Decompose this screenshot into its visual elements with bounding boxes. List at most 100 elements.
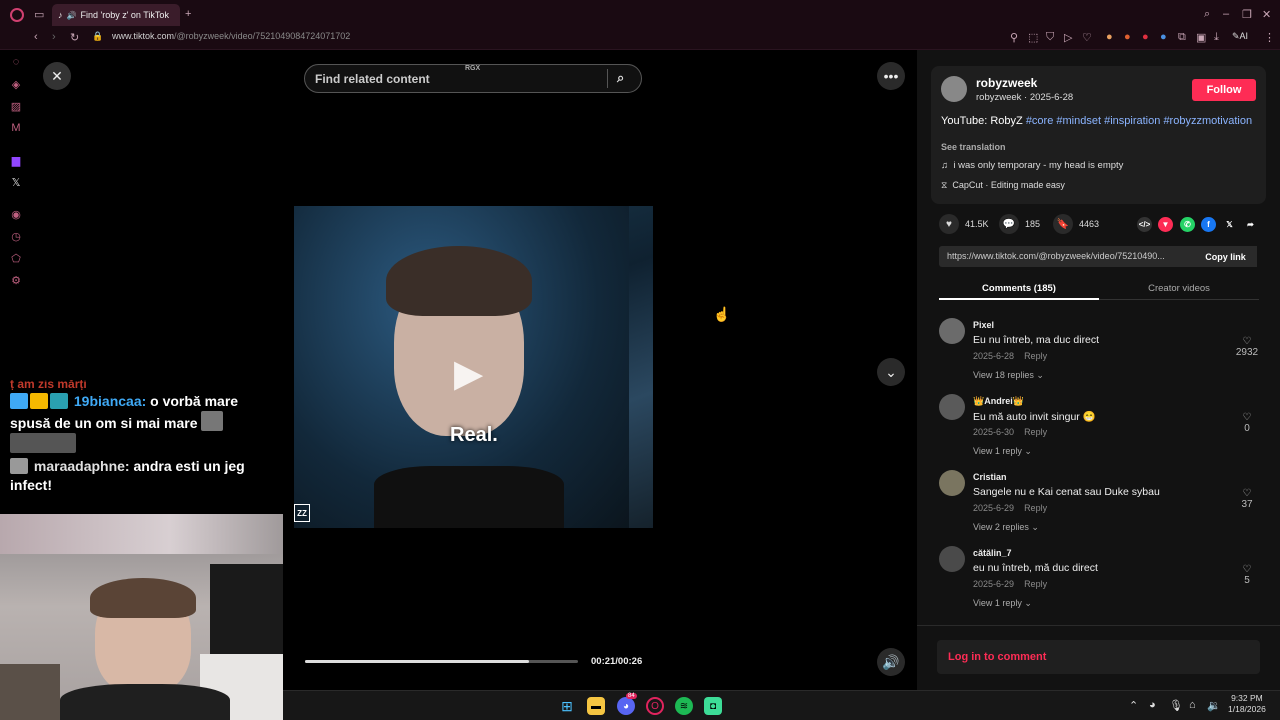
heart-icon[interactable]: ♡ xyxy=(1082,31,1092,44)
repost-icon[interactable]: ▼ xyxy=(1158,217,1173,232)
back-icon[interactable]: ‹ xyxy=(34,31,38,43)
maximize-icon[interactable]: ❐ xyxy=(1242,8,1252,21)
hashtag-link[interactable]: #mindset xyxy=(1056,115,1101,127)
commenter-avatar[interactable] xyxy=(939,470,965,496)
share-arrow-icon[interactable]: ➦ xyxy=(1243,217,1258,232)
network-icon[interactable]: ⌂ xyxy=(1189,699,1196,711)
settings-icon[interactable]: ⚙ xyxy=(8,272,24,288)
reply-link[interactable]: Reply xyxy=(1024,579,1047,589)
x-icon[interactable]: 𝕏 xyxy=(8,174,24,190)
follow-button[interactable]: Follow xyxy=(1192,79,1256,101)
workspace-icon[interactable]: ◈ xyxy=(8,76,24,92)
commenter-name[interactable]: 👑Andrei👑 xyxy=(973,396,1024,407)
play-icon[interactable]: ▷ xyxy=(1064,31,1072,44)
file-explorer-icon[interactable]: ▬ xyxy=(587,697,605,715)
comment-action[interactable]: 💬 185 xyxy=(999,214,1040,234)
lock-icon[interactable]: 🔒 xyxy=(92,31,103,42)
opera-taskbar-icon[interactable]: O xyxy=(646,697,664,715)
save-action[interactable]: 🔖 4463 xyxy=(1053,214,1099,234)
login-to-comment-button[interactable]: Log in to comment xyxy=(937,640,1260,674)
reply-link[interactable]: Reply xyxy=(1024,503,1047,513)
commenter-name[interactable]: cătălin_7 xyxy=(973,548,1012,558)
tray-discord-icon[interactable]: ◕ xyxy=(1149,699,1156,711)
comment-like[interactable]: ♡ 2932 xyxy=(1232,336,1262,358)
volume-tray-icon[interactable]: 🔉 xyxy=(1207,699,1221,712)
speaker-icon[interactable]: 🔊 xyxy=(67,11,77,20)
menu-icon[interactable]: ⋮ xyxy=(1264,31,1275,44)
download-icon[interactable]: ⤓ xyxy=(1214,31,1219,44)
commenter-avatar[interactable] xyxy=(939,394,965,420)
spotify-icon[interactable]: ≋ xyxy=(675,697,693,715)
embed-icon[interactable]: </> xyxy=(1137,217,1152,232)
pinboard-icon[interactable]: ▨ xyxy=(8,98,24,114)
ext-2-icon[interactable]: ● xyxy=(1124,31,1131,43)
microphone-icon[interactable]: 🎙 xyxy=(1169,699,1183,712)
video-player[interactable]: ▶ Real. ZZ xyxy=(294,206,653,528)
search-input[interactable]: Find related content RGX ⌕ xyxy=(304,64,642,93)
system-clock[interactable]: 9:32 PM 1/18/2026 xyxy=(1228,693,1266,715)
comment-like[interactable]: ♡ 5 xyxy=(1232,564,1262,586)
twitch-icon[interactable]: ▆ xyxy=(8,152,24,168)
windows-start-icon[interactable]: ⊞ xyxy=(558,697,576,715)
shield-icon[interactable]: ⛉ xyxy=(1046,31,1054,44)
see-translation-link[interactable]: See translation xyxy=(941,142,1006,152)
ai-icon[interactable]: ✎AI xyxy=(1232,31,1248,42)
commenter-name[interactable]: Pixel xyxy=(973,320,994,330)
author-handle[interactable]: robyzweek xyxy=(976,76,1037,90)
wallet-icon[interactable]: ▣ xyxy=(1196,31,1206,44)
tray-chevron-icon[interactable]: ⌃ xyxy=(1129,699,1138,712)
play-overlay-icon[interactable]: ▶ xyxy=(454,351,483,396)
extensions-sidebar-icon[interactable]: ⬠ xyxy=(8,250,24,266)
new-tab-icon[interactable]: + xyxy=(185,8,191,20)
reply-link[interactable]: Reply xyxy=(1024,351,1047,361)
tab-tiktok[interactable]: ♪ 🔊 Find 'roby z' on TikTok xyxy=(52,4,180,26)
facebook-icon[interactable]: f xyxy=(1201,217,1216,232)
reload-icon[interactable]: ↻ xyxy=(70,31,79,44)
hashtag-link[interactable]: #robyzzmotivation xyxy=(1163,115,1252,127)
copy-link-button[interactable]: Copy link xyxy=(1194,246,1257,267)
whatsapp-icon[interactable]: ✆ xyxy=(1180,217,1195,232)
tab-comments[interactable]: Comments (185) xyxy=(939,283,1099,294)
view-replies-link[interactable]: View 2 replies ⌄ xyxy=(973,522,1039,533)
close-video-button[interactable]: ✕ xyxy=(43,62,71,90)
tab-manager-icon[interactable]: ▭ xyxy=(34,8,44,21)
music-row[interactable]: ♫ i was only temporary - my head is empt… xyxy=(941,160,1123,171)
minimize-icon[interactable]: – xyxy=(1223,8,1229,20)
comment-like[interactable]: ♡ 0 xyxy=(1232,412,1262,434)
commenter-avatar[interactable] xyxy=(939,318,965,344)
volume-button[interactable]: 🔊 xyxy=(877,648,905,676)
aria-icon[interactable]: ◌ xyxy=(8,54,24,70)
extension-icon[interactable]: ⚲ xyxy=(1010,31,1018,44)
forward-icon[interactable]: › xyxy=(52,31,56,43)
history-icon[interactable]: ◷ xyxy=(8,228,24,244)
search-icon[interactable]: ⌕ xyxy=(617,70,624,86)
commenter-name[interactable]: Cristian xyxy=(973,472,1007,482)
search-tabs-icon[interactable]: ⌕ xyxy=(1204,8,1210,21)
discord-icon[interactable]: ◕ xyxy=(617,697,635,715)
ext-3-icon[interactable]: ● xyxy=(1142,31,1149,43)
mail-icon[interactable]: M xyxy=(8,120,24,136)
reply-link[interactable]: Reply xyxy=(1024,427,1047,437)
next-video-button[interactable]: ⌄ xyxy=(877,358,905,386)
ext-4-icon[interactable]: ● xyxy=(1160,31,1167,43)
opera-logo-icon[interactable] xyxy=(10,8,24,22)
like-action[interactable]: ♥ 41.5K xyxy=(939,214,989,234)
close-window-icon[interactable]: ✕ xyxy=(1262,8,1271,21)
url-field[interactable]: www.tiktok.com/@robyzweek/video/75210490… xyxy=(112,31,350,41)
tab-creator-videos[interactable]: Creator videos xyxy=(1099,283,1259,294)
more-options-button[interactable]: ••• xyxy=(877,62,905,90)
ext-1-icon[interactable]: ● xyxy=(1106,31,1113,43)
view-replies-link[interactable]: View 18 replies ⌄ xyxy=(973,370,1044,381)
app-icon[interactable]: ◘ xyxy=(704,697,722,715)
hashtag-link[interactable]: #core xyxy=(1026,115,1054,127)
view-replies-link[interactable]: View 1 reply ⌄ xyxy=(973,598,1032,609)
player-icon[interactable]: ◉ xyxy=(8,206,24,222)
capcut-row[interactable]: ⧖ CapCut · Editing made easy xyxy=(941,180,1065,191)
view-replies-link[interactable]: View 1 reply ⌄ xyxy=(973,446,1032,457)
commenter-avatar[interactable] xyxy=(939,546,965,572)
snapshot-icon[interactable]: ⬚ xyxy=(1028,31,1038,44)
author-avatar[interactable] xyxy=(941,76,967,102)
comment-like[interactable]: ♡ 37 xyxy=(1232,488,1262,510)
x-share-icon[interactable]: 𝕏 xyxy=(1222,217,1237,232)
puzzle-icon[interactable]: ⧉ xyxy=(1178,31,1186,44)
